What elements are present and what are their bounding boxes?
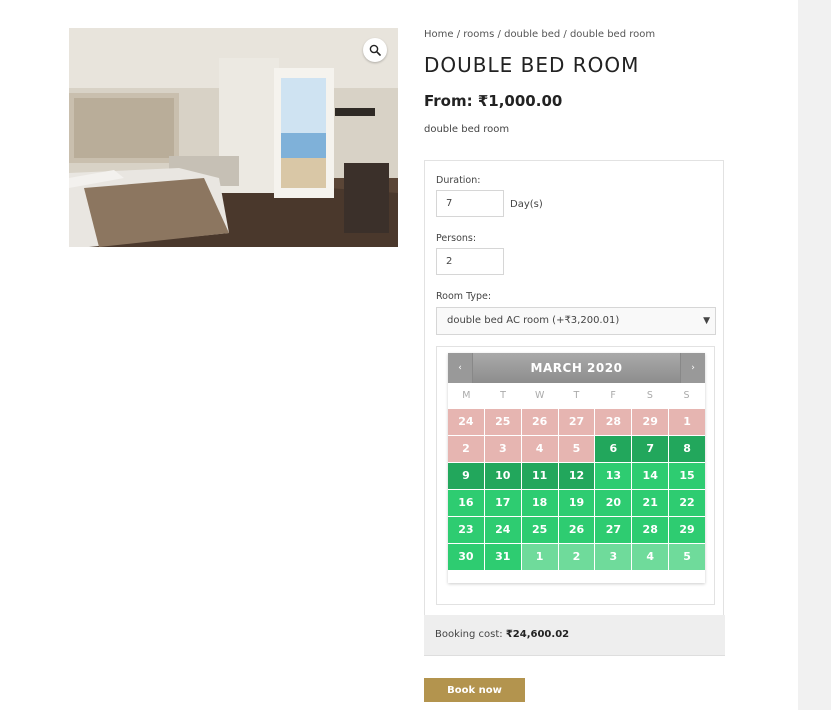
room-type-value: double bed AC room (+₹3,200.01) <box>447 315 620 326</box>
calendar-day[interactable]: 13 <box>595 463 632 489</box>
product-image[interactable] <box>69 28 398 247</box>
calendar-day[interactable]: 5 <box>669 544 705 570</box>
calendar-header: ‹ MARCH 2020 › <box>448 353 705 383</box>
short-description: double bed room <box>424 124 510 135</box>
calendar-day[interactable]: 4 <box>632 544 669 570</box>
calendar-day[interactable]: 27 <box>595 517 632 543</box>
weekday-label: M <box>462 390 471 401</box>
calendar-day[interactable]: 25 <box>521 517 558 543</box>
calendar-day[interactable]: 16 <box>448 490 484 516</box>
calendar-day: 27 <box>558 409 595 435</box>
calendar-day[interactable]: 2 <box>558 544 595 570</box>
calendar-day[interactable]: 9 <box>448 463 484 489</box>
weekday-label: W <box>535 390 545 401</box>
page-gutter <box>798 0 831 710</box>
breadcrumb-sep: / <box>494 29 505 40</box>
magnifier-icon <box>369 44 381 56</box>
booking-cost-label: Booking cost: <box>435 629 503 640</box>
weekday-label: S <box>646 390 653 401</box>
calendar-day[interactable]: 10 <box>484 463 521 489</box>
breadcrumb: Home / rooms / double bed / double bed r… <box>424 29 655 40</box>
weekday-label: F <box>610 390 616 401</box>
room-photo <box>69 28 398 247</box>
calendar-day: 24 <box>448 409 484 435</box>
room-type-select[interactable]: double bed AC room (+₹3,200.01) ▼ <box>436 307 716 335</box>
persons-input[interactable] <box>436 248 504 275</box>
calendar-day: 4 <box>521 436 558 462</box>
calendar-day: 5 <box>558 436 595 462</box>
calendar-day: 3 <box>484 436 521 462</box>
zoom-button[interactable] <box>363 38 387 62</box>
product-price: From: ₹1,000.00 <box>424 92 562 110</box>
breadcrumb-current: double bed room <box>569 29 656 40</box>
calendar-day[interactable]: 15 <box>669 463 705 489</box>
duration-label: Duration: <box>436 175 481 186</box>
calendar-container: ‹ MARCH 2020 › M T W T F S S 24 25 26 27 28 2… <box>436 346 715 605</box>
calendar-day[interactable]: 14 <box>632 463 669 489</box>
weekday-label: T <box>500 390 506 401</box>
weekday-label: T <box>573 390 580 401</box>
calendar-day: 26 <box>521 409 558 435</box>
calendar-day: 1 <box>669 409 705 435</box>
breadcrumb-rooms[interactable]: rooms <box>463 29 494 40</box>
calendar-day[interactable]: 8 <box>669 436 705 462</box>
calendar-day[interactable]: 6 <box>595 436 632 462</box>
calendar-day[interactable]: 11 <box>521 463 558 489</box>
calendar-day[interactable]: 21 <box>632 490 669 516</box>
chevron-down-icon: ▼ <box>703 316 710 326</box>
calendar-day[interactable]: 23 <box>448 517 484 543</box>
room-type-label: Room Type: <box>436 291 492 302</box>
price-amount: ₹1,000.00 <box>477 92 563 110</box>
calendar-day[interactable]: 31 <box>484 544 521 570</box>
duration-input[interactable] <box>436 190 504 217</box>
calendar-day[interactable]: 12 <box>558 463 595 489</box>
breadcrumb-double-bed[interactable]: double bed <box>504 29 560 40</box>
calendar-day: 25 <box>484 409 521 435</box>
persons-label: Persons: <box>436 233 477 244</box>
calendar-day[interactable]: 19 <box>558 490 595 516</box>
calendar-month-title: MARCH 2020 <box>530 361 623 375</box>
calendar-next-button[interactable]: › <box>680 353 705 383</box>
duration-unit: Day(s) <box>510 199 543 210</box>
booking-cost-value: ₹24,600.02 <box>505 629 570 640</box>
page-title: DOUBLE BED ROOM <box>424 53 640 77</box>
breadcrumb-sep: / <box>560 29 570 40</box>
price-prefix: From: <box>424 92 473 110</box>
calendar-day[interactable]: 7 <box>632 436 669 462</box>
weekday-label: S <box>683 390 690 401</box>
calendar-day: 29 <box>632 409 669 435</box>
calendar-day[interactable]: 26 <box>558 517 595 543</box>
calendar-days: 24 25 26 27 28 29 1 2 3 4 5 6 7 8 9 10 11 12 13 14 15 16 17 18 1… <box>448 409 705 570</box>
breadcrumb-home[interactable]: Home <box>424 29 454 40</box>
calendar-day: 2 <box>448 436 484 462</box>
calendar-day[interactable]: 29 <box>669 517 705 543</box>
calendar-day: 28 <box>595 409 632 435</box>
breadcrumb-sep: / <box>453 29 464 40</box>
booking-form: Duration: Day(s) Persons: Room Type: dou… <box>424 160 724 615</box>
calendar-day[interactable]: 22 <box>669 490 705 516</box>
calendar-day[interactable]: 30 <box>448 544 484 570</box>
calendar-day[interactable]: 17 <box>484 490 521 516</box>
calendar-day[interactable]: 18 <box>521 490 558 516</box>
calendar-weekdays: M T W T F S S <box>448 383 705 409</box>
calendar-day[interactable]: 20 <box>595 490 632 516</box>
calendar-day[interactable]: 28 <box>632 517 669 543</box>
booking-cost: Booking cost: ₹24,600.02 <box>424 615 725 656</box>
calendar-day[interactable]: 24 <box>484 517 521 543</box>
book-now-button[interactable]: Book now <box>424 678 525 702</box>
calendar-day[interactable]: 1 <box>521 544 558 570</box>
date-picker: ‹ MARCH 2020 › M T W T F S S 24 25 26 27 28 2… <box>448 353 705 583</box>
calendar-day[interactable]: 3 <box>595 544 632 570</box>
